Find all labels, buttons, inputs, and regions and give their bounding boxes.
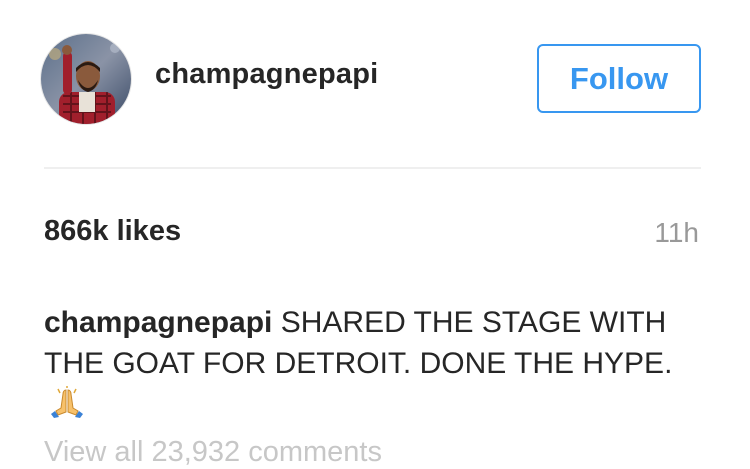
caption-username[interactable]: champagnepapi (44, 306, 272, 339)
post-username[interactable]: champagnepapi (155, 58, 378, 91)
divider (44, 167, 701, 169)
folded-hands-icon (50, 386, 84, 429)
post-header: champagnepapi Follow (0, 0, 750, 168)
avatar-photo (41, 34, 131, 124)
instagram-post: champagnepapi Follow 866k likes 11h cham… (0, 0, 750, 468)
follow-button[interactable]: Follow (537, 44, 701, 113)
post-timestamp[interactable]: 11h (654, 217, 699, 249)
view-comments-link[interactable]: View all 23,932 comments (44, 436, 382, 469)
likes-count[interactable]: 866k likes (44, 215, 181, 248)
avatar[interactable] (40, 33, 132, 125)
caption: champagnepapi SHARED THE STAGE WITH THE … (44, 302, 714, 429)
